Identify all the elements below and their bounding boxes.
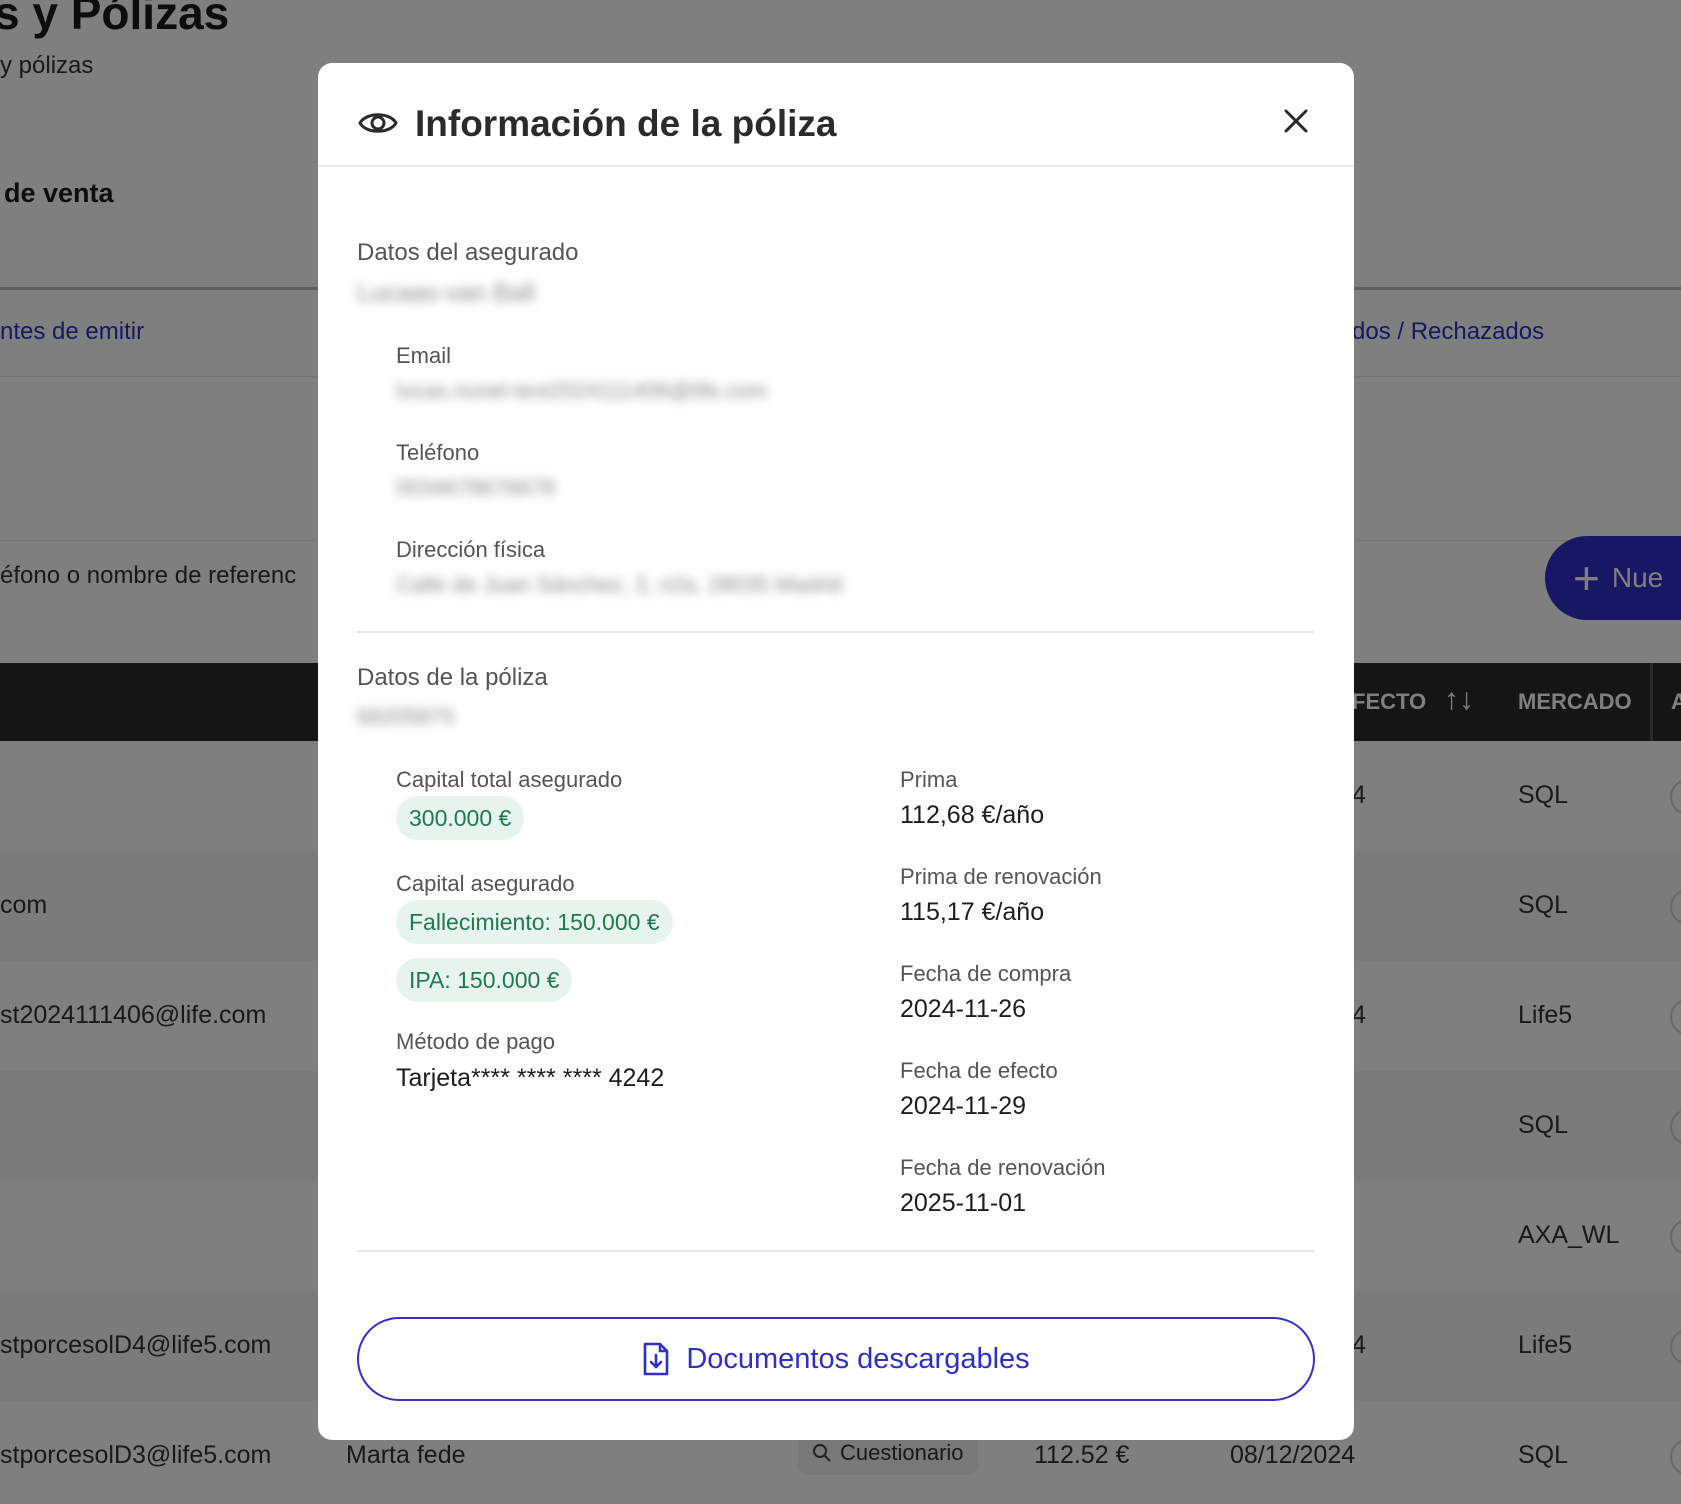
policy-section-title: Datos de la póliza xyxy=(357,664,548,691)
address-value: Calle de Juan Sánchez, 3, n2a, 28035 Mad… xyxy=(396,572,843,597)
address-label: Dirección física xyxy=(396,537,546,562)
capital-label: Capital asegurado xyxy=(396,871,575,896)
phone-label: Teléfono xyxy=(396,440,480,465)
insured-section-title: Datos del asegurado xyxy=(357,239,579,266)
download-documents-button[interactable]: Documentos descargables xyxy=(357,1317,1315,1401)
capital-ipa-badge: IPA: 150.000 € xyxy=(396,958,573,1002)
email-label: Email xyxy=(396,343,452,368)
policy-info-modal: Información de la póliza Datos del asegu… xyxy=(318,63,1354,1440)
download-document-icon xyxy=(644,1342,669,1376)
fecha-renovacion-label: Fecha de renovación xyxy=(900,1155,1106,1180)
policy-number: 68205875 xyxy=(357,704,455,729)
insured-name: Lucaas-van Ball xyxy=(357,279,535,307)
download-documents-label: Documentos descargables xyxy=(686,1342,1030,1375)
capital-fallecimiento-badge: Fallecimiento: 150.000 € xyxy=(396,900,673,944)
capital-total-badge: 300.000 € xyxy=(396,796,525,840)
payment-method-label: Método de pago xyxy=(396,1029,556,1054)
modal-title: Información de la póliza xyxy=(415,103,837,144)
modal-header: Información de la póliza xyxy=(318,63,1354,167)
prima-value: 112,68 €/año xyxy=(900,801,1045,829)
payment-method-value: Tarjeta**** **** **** 4242 xyxy=(396,1064,665,1092)
phone-value: 0034678676678 xyxy=(396,475,556,500)
fecha-efecto-value: 2024-11-29 xyxy=(900,1092,1027,1120)
fecha-renovacion-value: 2025-11-01 xyxy=(900,1189,1027,1217)
fecha-compra-label: Fecha de compra xyxy=(900,961,1072,986)
capital-total-label: Capital total asegurado xyxy=(396,767,623,792)
fecha-efecto-label: Fecha de efecto xyxy=(900,1058,1058,1083)
prima-label: Prima xyxy=(900,767,958,792)
prima-renovacion-label: Prima de renovación xyxy=(900,864,1102,889)
fecha-compra-value: 2024-11-26 xyxy=(900,995,1027,1023)
eye-icon xyxy=(358,113,398,133)
prima-renovacion-value: 115,17 €/año xyxy=(900,898,1045,926)
email-value: lucas.nunel-test2024111406@life.com xyxy=(396,378,768,403)
close-icon[interactable] xyxy=(1276,101,1316,141)
section-divider xyxy=(357,1250,1314,1252)
section-divider xyxy=(357,631,1314,633)
